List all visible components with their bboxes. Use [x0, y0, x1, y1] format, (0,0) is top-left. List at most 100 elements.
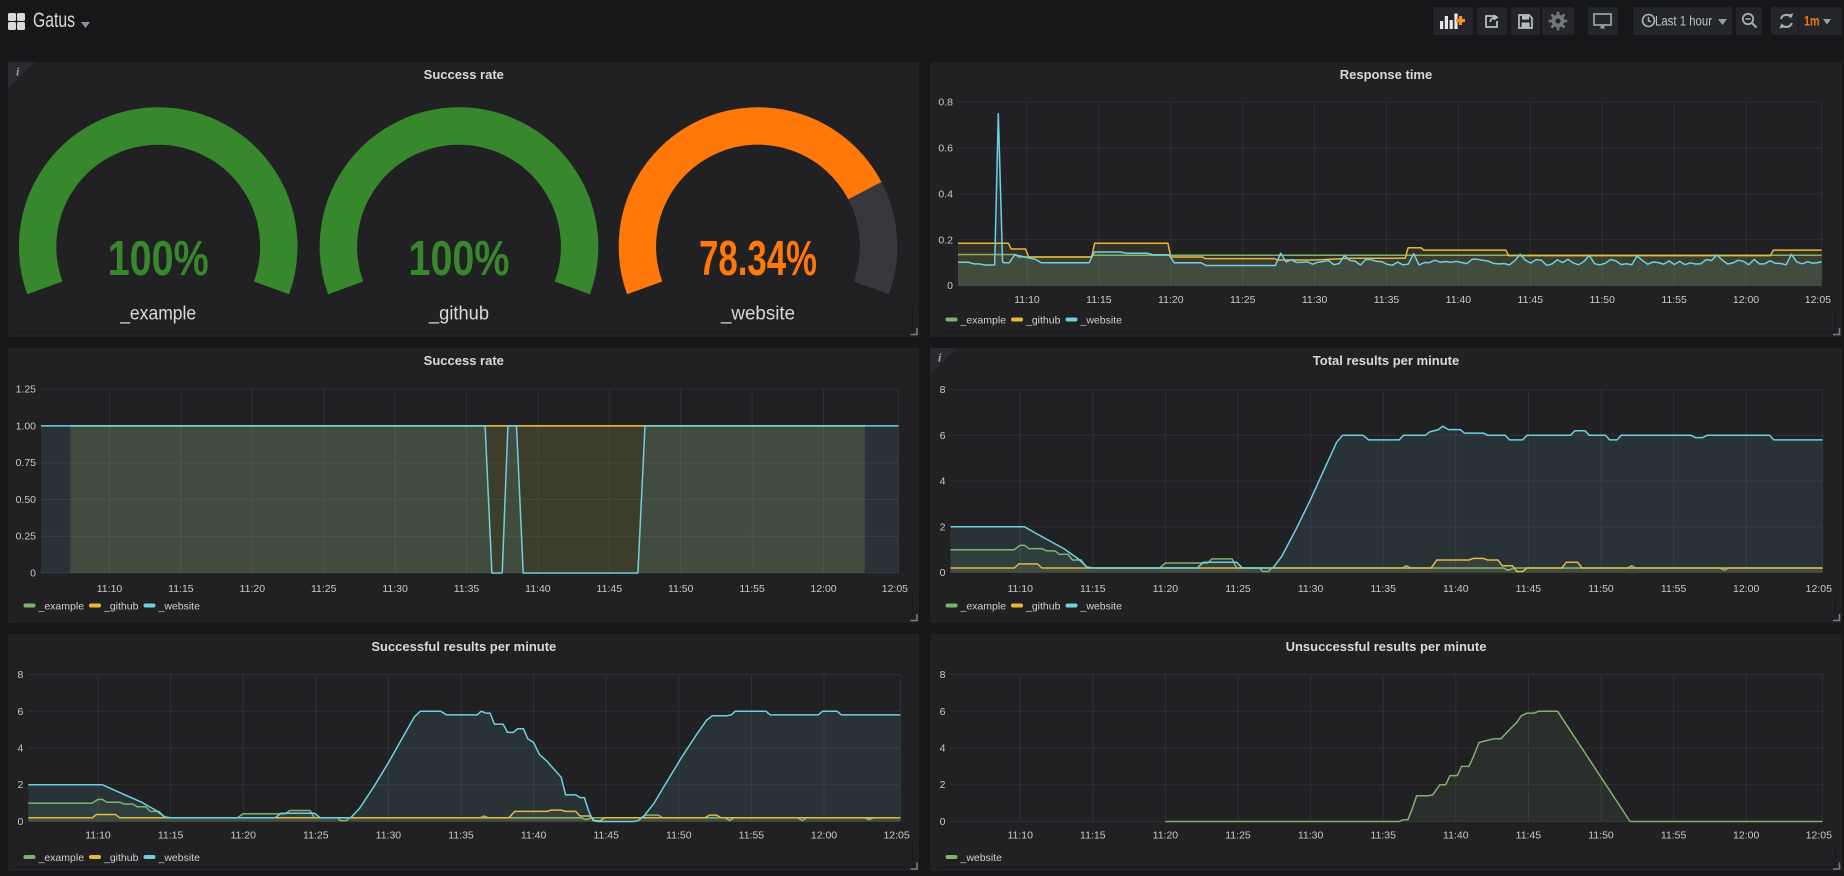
svg-text:_example: _example	[960, 600, 1007, 612]
svg-text:11:50: 11:50	[1589, 294, 1615, 306]
svg-text:11:15: 11:15	[1080, 829, 1106, 841]
svg-text:11:15: 11:15	[168, 583, 194, 595]
svg-text:_github: _github	[1025, 314, 1061, 326]
svg-text:_github: _github	[1025, 600, 1061, 612]
svg-text:0.4: 0.4	[938, 188, 953, 200]
svg-text:4: 4	[940, 475, 946, 487]
svg-text:Gatus: Gatus	[33, 9, 75, 32]
svg-text:11:50: 11:50	[667, 583, 693, 595]
svg-text:11:45: 11:45	[593, 829, 619, 841]
svg-text:11:40: 11:40	[520, 829, 546, 841]
svg-text:_github: _github	[103, 852, 139, 864]
svg-text:8: 8	[940, 384, 946, 396]
svg-text:2: 2	[940, 521, 946, 533]
svg-text:11:20: 11:20	[239, 583, 265, 595]
svg-text:11:50: 11:50	[1588, 829, 1614, 841]
svg-text:11:10: 11:10	[1014, 294, 1040, 306]
svg-text:1m: 1m	[1804, 13, 1820, 29]
svg-text:11:35: 11:35	[1374, 294, 1400, 306]
svg-text:11:15: 11:15	[1086, 294, 1112, 306]
svg-text:11:10: 11:10	[96, 583, 122, 595]
svg-text:11:35: 11:35	[453, 583, 479, 595]
svg-text:11:55: 11:55	[1661, 829, 1687, 841]
svg-text:Success rate: Success rate	[423, 67, 503, 82]
svg-text:11:20: 11:20	[1153, 583, 1179, 595]
svg-text:0: 0	[30, 567, 36, 579]
svg-text:0: 0	[947, 280, 953, 292]
svg-text:12:00: 12:00	[1733, 829, 1759, 841]
svg-text:11:45: 11:45	[1518, 294, 1544, 306]
svg-text:_website: _website	[157, 852, 200, 864]
svg-text:11:55: 11:55	[1661, 583, 1687, 595]
svg-text:Successful results per minute: Successful results per minute	[371, 639, 556, 654]
svg-text:11:55: 11:55	[738, 829, 764, 841]
svg-text:0.75: 0.75	[15, 457, 36, 469]
svg-text:11:30: 11:30	[382, 583, 408, 595]
svg-text:_website: _website	[1080, 314, 1123, 326]
svg-text:11:25: 11:25	[1230, 294, 1256, 306]
svg-text:0: 0	[17, 816, 23, 828]
svg-text:11:10: 11:10	[85, 829, 111, 841]
svg-text:0.8: 0.8	[938, 96, 953, 108]
svg-text:0.2: 0.2	[938, 234, 953, 246]
svg-text:11:25: 11:25	[1225, 829, 1251, 841]
svg-text:4: 4	[17, 742, 23, 754]
svg-text:11:55: 11:55	[739, 583, 765, 595]
svg-text:Total results per minute: Total results per minute	[1313, 353, 1459, 368]
svg-text:11:20: 11:20	[1153, 829, 1179, 841]
svg-text:_website: _website	[157, 600, 200, 612]
svg-text:12:00: 12:00	[1733, 583, 1759, 595]
svg-text:_website: _website	[720, 303, 795, 324]
svg-text:12:05: 12:05	[1806, 829, 1832, 841]
svg-text:2: 2	[17, 779, 23, 791]
svg-text:11:30: 11:30	[1302, 294, 1328, 306]
svg-text:0: 0	[940, 567, 946, 579]
svg-text:11:10: 11:10	[1007, 829, 1033, 841]
svg-text:Last 1 hour: Last 1 hour	[1655, 13, 1712, 29]
svg-text:11:45: 11:45	[596, 583, 622, 595]
svg-text:_website: _website	[960, 852, 1003, 864]
svg-text:100%: 100%	[408, 231, 509, 285]
svg-text:_example: _example	[119, 303, 196, 324]
svg-text:8: 8	[940, 669, 946, 681]
svg-text:11:25: 11:25	[303, 829, 329, 841]
svg-text:12:05: 12:05	[1805, 294, 1831, 306]
svg-text:0.50: 0.50	[15, 493, 36, 505]
svg-text:11:25: 11:25	[1225, 583, 1251, 595]
svg-text:11:30: 11:30	[375, 829, 401, 841]
svg-text:11:55: 11:55	[1661, 294, 1687, 306]
svg-text:11:20: 11:20	[230, 829, 256, 841]
svg-text:_github: _github	[428, 303, 489, 324]
svg-text:6: 6	[17, 705, 23, 717]
svg-text:0.6: 0.6	[938, 142, 953, 154]
svg-text:11:15: 11:15	[1080, 583, 1106, 595]
svg-text:1.00: 1.00	[15, 420, 36, 432]
svg-text:0: 0	[940, 816, 946, 828]
svg-text:Response time: Response time	[1340, 67, 1432, 82]
svg-text:11:35: 11:35	[1370, 829, 1396, 841]
svg-text:11:35: 11:35	[448, 829, 474, 841]
svg-text:11:15: 11:15	[157, 829, 183, 841]
svg-text:Unsuccessful results per minut: Unsuccessful results per minute	[1286, 639, 1487, 654]
svg-text:11:40: 11:40	[1443, 829, 1469, 841]
svg-text:4: 4	[940, 742, 946, 754]
svg-text:11:45: 11:45	[1516, 829, 1542, 841]
svg-text:12:05: 12:05	[881, 583, 907, 595]
svg-text:Success rate: Success rate	[423, 353, 503, 368]
svg-text:12:05: 12:05	[883, 829, 909, 841]
svg-text:2: 2	[940, 779, 946, 791]
svg-text:11:50: 11:50	[1588, 583, 1614, 595]
svg-text:11:40: 11:40	[1446, 294, 1472, 306]
svg-text:_example: _example	[37, 600, 84, 612]
svg-text:12:00: 12:00	[810, 583, 836, 595]
svg-text:11:20: 11:20	[1158, 294, 1184, 306]
svg-text:12:00: 12:00	[810, 829, 836, 841]
svg-text:11:50: 11:50	[666, 829, 692, 841]
svg-text:11:10: 11:10	[1007, 583, 1033, 595]
svg-text:11:35: 11:35	[1370, 583, 1396, 595]
svg-text:100%: 100%	[107, 231, 208, 285]
svg-text:11:40: 11:40	[1443, 583, 1469, 595]
svg-text:_website: _website	[1080, 600, 1123, 612]
svg-text:11:30: 11:30	[1298, 583, 1324, 595]
svg-text:_example: _example	[37, 852, 84, 864]
